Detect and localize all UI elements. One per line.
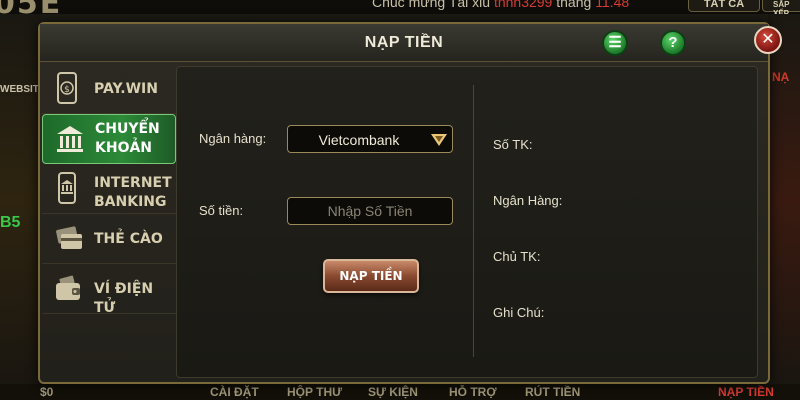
panel-divider	[473, 85, 474, 357]
chevron-down-icon	[430, 132, 448, 148]
payment-method-sidebar: $ PAY.WIN CHUYỂN KHOẢN INTERNET BANKING …	[42, 60, 176, 380]
sidebar-item-label: PAY.WIN	[94, 81, 158, 97]
nav-settings[interactable]: CÀI ĐẶT	[210, 385, 259, 399]
sidebar-item-e-wallet[interactable]: VÍ ĐIỆN TỬ	[42, 264, 176, 316]
sidebar-item-internet-banking[interactable]: INTERNET BANKING	[42, 164, 176, 214]
nav-deposit[interactable]: NẠP TIỀN	[718, 385, 774, 399]
mobile-banking-icon	[54, 172, 80, 204]
nav-support[interactable]: HỖ TRỢ	[449, 385, 497, 399]
nav-events[interactable]: SỰ KIỆN	[368, 385, 418, 399]
sidebar-item-label: VÍ ĐIỆN TỬ	[94, 281, 154, 316]
right-nap-text: NẠ	[772, 70, 790, 84]
bank-icon	[55, 123, 83, 155]
amount-label: Số tiền:	[199, 203, 244, 218]
phone-dollar-icon: $	[54, 72, 80, 104]
nav-mailbox[interactable]: HỘP THƯ	[287, 385, 342, 399]
sidebar-item-label: CHUYỂN KHOẢN	[95, 121, 160, 156]
amount-input[interactable]	[287, 197, 453, 225]
sidebar-item-paywin[interactable]: $ PAY.WIN	[42, 64, 176, 114]
modal-titlebar: NẠP TIỀN ☰ ?	[40, 24, 768, 62]
card-icon	[54, 222, 82, 254]
left-background-panel: WEBSITE B5	[0, 14, 46, 386]
sidebar-item-label: THẺ CÀO	[94, 231, 163, 247]
marquee-amount: 11.48	[595, 0, 630, 10]
svg-text:$: $	[64, 85, 70, 95]
history-button[interactable]: ☰	[602, 30, 628, 56]
marquee-user: tnnh3299	[493, 0, 553, 10]
account-owner-label: Chủ TK:	[493, 249, 541, 264]
question-icon: ?	[668, 34, 678, 51]
help-button[interactable]: ?	[660, 30, 686, 56]
tab-rank[interactable]: SẮP XẾP	[762, 0, 800, 14]
marquee-prefix: Chúc mừng Tài xỉu	[372, 0, 494, 10]
tab-all[interactable]: TẤT CẢ	[688, 0, 760, 12]
bank-label: Ngân hàng:	[199, 131, 267, 146]
game-logo: 05E	[0, 0, 62, 14]
account-number-label: Số TK:	[493, 137, 533, 152]
marquee-mid: thắng	[552, 0, 596, 10]
modal-title: NẠP TIỀN	[364, 34, 444, 51]
deposit-submit-button[interactable]: NẠP TIỀN	[323, 259, 419, 293]
deposit-modal: NẠP TIỀN ☰ ? ✕ $ PAY.WIN CHUYỂN KHOẢN IN…	[38, 22, 782, 384]
left-b5-text: B5	[0, 214, 21, 231]
deposit-content-panel: Ngân hàng: Vietcombank Số tiền: NẠP TIỀN…	[176, 66, 758, 378]
bottom-nav-bar: $0 CÀI ĐẶT HỘP THƯ SỰ KIỆN HỖ TRỢ RÚT TI…	[0, 384, 800, 400]
winner-marquee: Chúc mừng Tài xỉu tnnh3299 thắng 11.48	[372, 0, 629, 10]
sidebar-item-scratch-card[interactable]: THẺ CÀO	[42, 214, 176, 264]
balance-text: $0	[40, 385, 54, 399]
sidebar-item-transfer[interactable]: CHUYỂN KHOẢN	[42, 114, 176, 164]
list-icon: ☰	[608, 34, 622, 51]
bank-select[interactable]: Vietcombank	[287, 125, 453, 153]
sidebar-item-label: INTERNET BANKING	[94, 175, 172, 210]
note-label: Ghi Chú:	[493, 305, 545, 320]
receiving-bank-label: Ngân Hàng:	[493, 193, 563, 208]
top-marquee-bar: 05E Chúc mừng Tài xỉu tnnh3299 thắng 11.…	[0, 0, 800, 14]
bank-select-value: Vietcombank	[318, 132, 400, 148]
close-button[interactable]: ✕	[754, 26, 782, 54]
wallet-icon	[54, 272, 80, 304]
close-icon: ✕	[761, 31, 775, 48]
nav-withdraw[interactable]: RÚT TIỀN	[525, 385, 580, 399]
right-background-panel: NẠ	[768, 14, 800, 386]
